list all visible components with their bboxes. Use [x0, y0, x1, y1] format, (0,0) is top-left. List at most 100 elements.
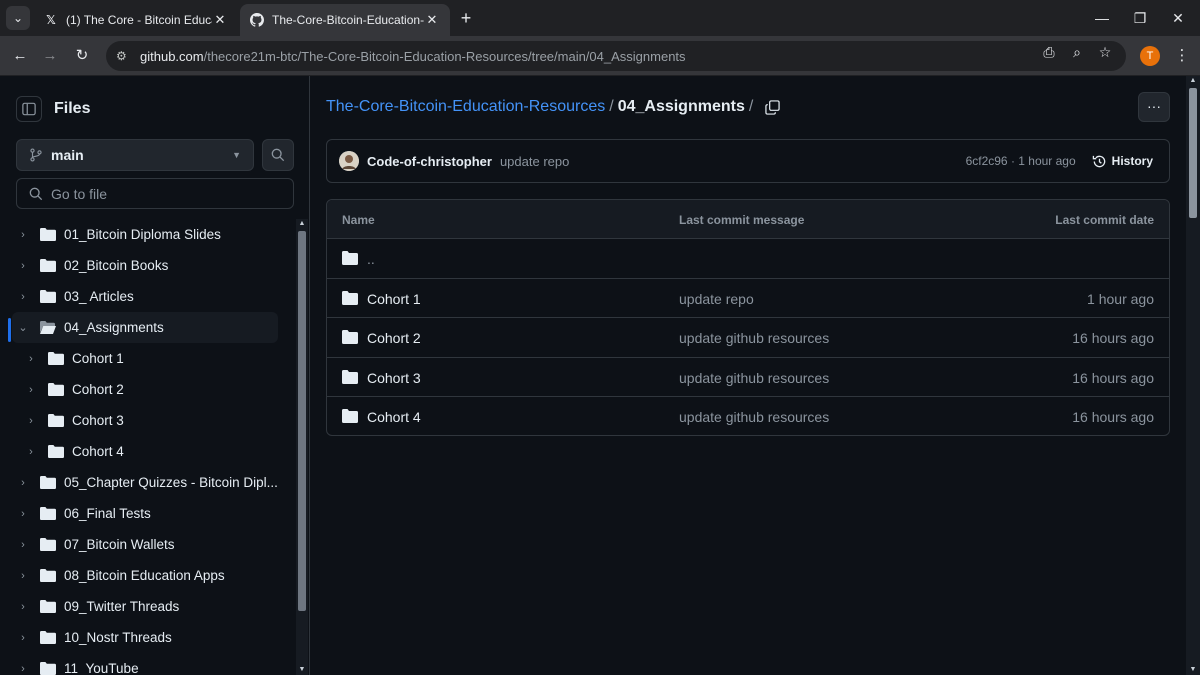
tab-close-icon[interactable]: ✕ — [212, 12, 228, 28]
address-bar[interactable]: ⚙ github.com/thecore21m-btc/The-Core-Bit… — [106, 41, 1126, 71]
back-arrow-icon[interactable]: ← — [8, 44, 32, 68]
table-row[interactable]: Cohort 2 update github resources 16 hours … — [327, 318, 1169, 358]
scroll-up-arrow-icon[interactable]: ▲ — [1186, 76, 1200, 86]
tree-item[interactable]: › 09_Twitter Threads — [0, 591, 278, 622]
folder-icon — [40, 662, 56, 675]
go-to-file-input[interactable] — [51, 185, 271, 202]
go-to-file-field[interactable] — [16, 178, 294, 209]
browser-tab-github[interactable]: The-Core-Bitcoin-Education-Re ✕ — [240, 4, 450, 36]
tree-item[interactable]: › 02_Bitcoin Books — [0, 250, 278, 281]
browser-tab-strip: ⌄ 𝕏 (1) The Core - Bitcoin Education ✕ T… — [0, 0, 1200, 36]
column-header-name: Name — [342, 213, 375, 227]
folder-icon — [342, 369, 358, 384]
folder-name-link[interactable]: Cohort 3 — [367, 370, 421, 386]
commit-message-link[interactable]: update github resources — [679, 370, 829, 386]
chevron-right-icon[interactable]: › — [24, 353, 38, 365]
tree-item[interactable]: › 11_YouTube — [0, 653, 278, 675]
table-row[interactable]: Cohort 3 update github resources 16 hours … — [327, 358, 1169, 397]
avatar[interactable] — [339, 151, 359, 171]
history-label: History — [1111, 154, 1153, 168]
chevron-right-icon[interactable]: › — [16, 539, 30, 551]
table-row[interactable]: Cohort 1 update repo 1 hour ago — [327, 279, 1169, 318]
tree-item[interactable]: ⌄ 04_Assignments — [12, 312, 278, 343]
folder-name-link[interactable]: Cohort 4 — [367, 409, 421, 425]
close-window-button[interactable]: ✕ — [1160, 6, 1196, 30]
forward-arrow-icon[interactable]: → — [38, 44, 62, 68]
commit-message-link[interactable]: update repo — [500, 154, 569, 169]
tree-item[interactable]: › 03_ Articles — [0, 281, 278, 312]
tab-search-button[interactable]: ⌄ — [6, 6, 30, 30]
folder-name-link[interactable]: Cohort 1 — [367, 291, 421, 307]
chevron-right-icon[interactable]: › — [16, 663, 30, 675]
tree-item-label: 06_Final Tests — [64, 506, 151, 521]
tree-item-label: 05_Chapter Quizzes - Bitcoin Dipl... — [64, 475, 278, 490]
table-row[interactable]: Cohort 4 update github resources 16 hours … — [327, 397, 1169, 435]
chevron-right-icon[interactable]: › — [24, 446, 38, 458]
tree-item[interactable]: › 05_Chapter Quizzes - Bitcoin Dipl... — [0, 467, 278, 498]
reload-icon[interactable]: ↻ — [70, 44, 94, 68]
page-scrollbar[interactable]: ▲ ▼ — [1186, 76, 1200, 675]
profile-avatar[interactable]: T — [1140, 46, 1160, 66]
folder-name-link[interactable]: Cohort 2 — [367, 330, 421, 346]
scroll-up-arrow-icon[interactable]: ▲ — [296, 219, 308, 229]
tree-item[interactable]: › 06_Final Tests — [0, 498, 278, 529]
sidebar-scrollbar[interactable]: ▲ ▼ — [296, 219, 308, 675]
tree-item[interactable]: › Cohort 4 — [0, 436, 278, 467]
chevron-right-icon[interactable]: › — [16, 601, 30, 613]
scrollbar-thumb[interactable] — [1189, 88, 1197, 218]
tab-title: The-Core-Bitcoin-Education-Re — [272, 13, 424, 27]
tab-close-icon[interactable]: ✕ — [424, 12, 440, 28]
x-logo-icon: 𝕏 — [46, 13, 56, 27]
minimize-button[interactable]: — — [1084, 6, 1120, 30]
chevron-down-icon[interactable]: ⌄ — [16, 321, 30, 334]
tree-item-label: 03_ Articles — [64, 289, 134, 304]
search-code-button[interactable] — [262, 139, 294, 171]
restore-button[interactable]: ❐ — [1122, 6, 1158, 30]
breadcrumb-current: 04_Assignments — [617, 98, 745, 115]
copy-path-icon[interactable] — [763, 98, 781, 116]
parent-directory-link[interactable]: .. — [367, 251, 375, 267]
more-options-button[interactable]: ··· — [1138, 92, 1170, 122]
tree-item[interactable]: › 10_Nostr Threads — [0, 622, 278, 653]
chevron-right-icon[interactable]: › — [16, 632, 30, 644]
tree-item[interactable]: › Cohort 1 — [0, 343, 278, 374]
sidebar-collapse-icon[interactable] — [16, 96, 42, 122]
scroll-down-arrow-icon[interactable]: ▼ — [1186, 665, 1200, 675]
history-button[interactable]: History — [1092, 154, 1153, 169]
commit-message-link[interactable]: update repo — [679, 291, 754, 307]
breadcrumb-repo-link[interactable]: The-Core-Bitcoin-Education-Resources — [326, 98, 605, 116]
browser-menu-icon[interactable]: ⋮ — [1170, 44, 1194, 68]
commit-date: 16 hours ago — [1072, 409, 1154, 425]
tree-item[interactable]: › 01_Bitcoin Diploma Slides — [0, 219, 278, 250]
tree-item-label: 11_YouTube — [64, 661, 139, 675]
commit-hash-time[interactable]: 6cf2c96 · 1 hour ago — [966, 154, 1076, 168]
new-tab-button[interactable]: + — [456, 8, 476, 28]
folder-icon — [48, 383, 64, 396]
chevron-right-icon[interactable]: › — [16, 291, 30, 303]
tree-item[interactable]: › 07_Bitcoin Wallets — [0, 529, 278, 560]
scrollbar-thumb[interactable] — [298, 231, 306, 611]
chevron-right-icon[interactable]: › — [16, 477, 30, 489]
tree-item[interactable]: › 08_Bitcoin Education Apps — [0, 560, 278, 591]
browser-tab-x[interactable]: 𝕏 (1) The Core - Bitcoin Education ✕ — [34, 4, 238, 36]
chevron-right-icon[interactable]: › — [16, 229, 30, 241]
site-info-icon[interactable]: ⚙ — [116, 49, 134, 63]
search-icon — [29, 187, 43, 200]
chevron-right-icon[interactable]: › — [16, 570, 30, 582]
chevron-right-icon[interactable]: › — [16, 508, 30, 520]
commit-message-link[interactable]: update github resources — [679, 409, 829, 425]
parent-directory-row[interactable]: .. — [327, 239, 1169, 279]
tree-item[interactable]: › Cohort 2 — [0, 374, 278, 405]
tree-item[interactable]: › Cohort 3 — [0, 405, 278, 436]
commit-message-link[interactable]: update github resources — [679, 330, 829, 346]
chevron-right-icon[interactable]: › — [24, 384, 38, 396]
chevron-right-icon[interactable]: › — [16, 260, 30, 272]
sidebar-header: Files — [16, 96, 90, 122]
commit-author-link[interactable]: Code-of-christopher — [367, 154, 492, 169]
bookmark-star-icon[interactable]: ☆ — [1094, 41, 1116, 63]
scroll-down-arrow-icon[interactable]: ▼ — [296, 665, 308, 675]
branch-selector[interactable]: main ▼ — [16, 139, 254, 171]
install-app-icon[interactable]: ⎙ — [1038, 41, 1060, 63]
chevron-right-icon[interactable]: › — [24, 415, 38, 427]
zoom-icon[interactable]: ⌕ — [1066, 41, 1088, 63]
